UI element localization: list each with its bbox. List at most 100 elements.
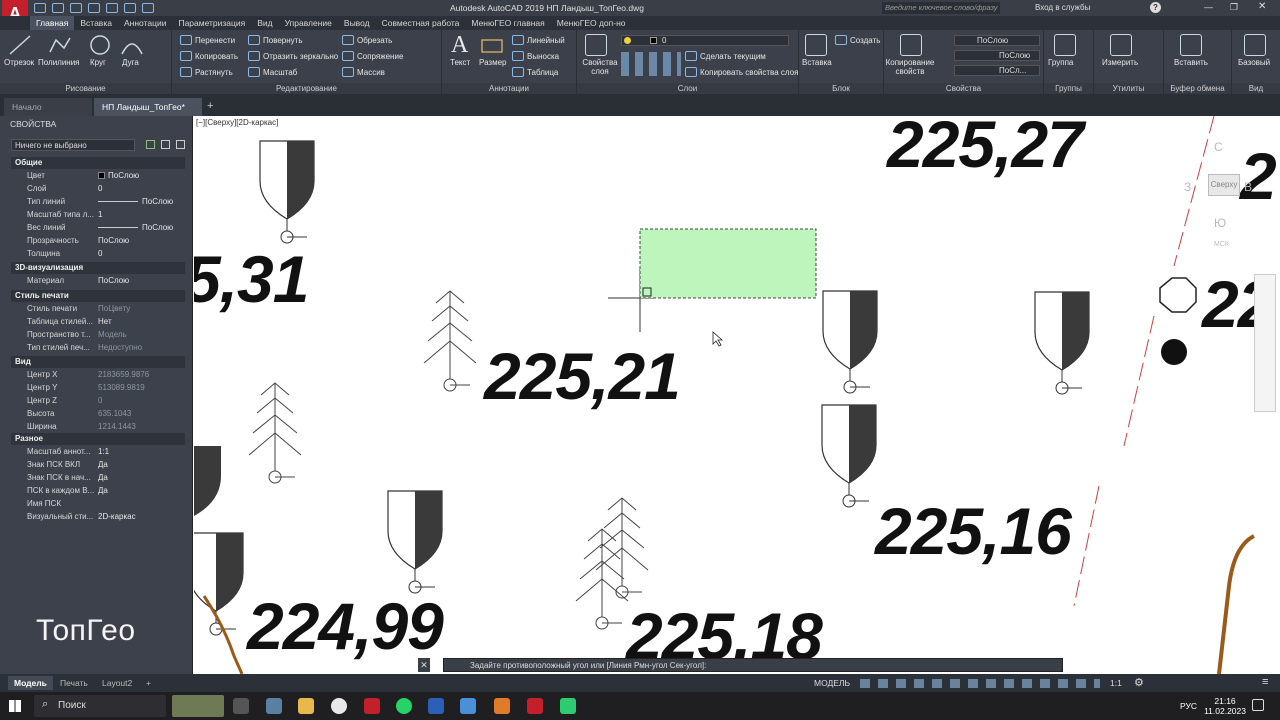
- category-view[interactable]: Вид: [11, 356, 185, 368]
- tab-collaborate[interactable]: Совместная работа: [376, 16, 466, 30]
- category-general[interactable]: Общие: [11, 157, 185, 169]
- line-icon[interactable]: [8, 34, 32, 56]
- prop-row[interactable]: ПСК в каждом В... Да: [11, 484, 185, 497]
- prop-row[interactable]: Тип линий ПоСлою: [11, 195, 185, 208]
- measure-button[interactable]: Измерить: [1102, 58, 1138, 67]
- viewcube-top[interactable]: Сверху: [1208, 174, 1240, 196]
- draw-panel-title[interactable]: Рисование: [0, 83, 171, 94]
- circle-button[interactable]: Круг: [90, 58, 106, 67]
- prop-row[interactable]: Центр Z 0: [11, 394, 185, 407]
- undo-icon[interactable]: [124, 3, 136, 13]
- polyline-button[interactable]: Полилиния: [38, 58, 80, 67]
- tab-menugeo-extra[interactable]: МенюГЕО доп-но: [551, 16, 632, 30]
- viewport-controls[interactable]: [−][Сверху][2D-каркас]: [196, 118, 278, 127]
- prop-row[interactable]: Слой 0: [11, 182, 185, 195]
- add-layout-icon[interactable]: +: [140, 676, 157, 690]
- gear-icon[interactable]: ⚙: [1134, 676, 1144, 689]
- layer-properties-button[interactable]: Свойства слоя: [580, 58, 620, 76]
- viewcube-east[interactable]: В: [1244, 180, 1252, 194]
- layer-dropdown[interactable]: 0: [621, 35, 789, 46]
- properties-ribbon-title[interactable]: Свойства: [884, 83, 1043, 94]
- telegram-icon[interactable]: [460, 698, 476, 714]
- saveas-icon[interactable]: [88, 3, 100, 13]
- groups-panel-title[interactable]: Группы: [1044, 83, 1093, 94]
- measure-icon[interactable]: [1110, 34, 1132, 56]
- circle-icon[interactable]: [88, 34, 112, 56]
- word-icon[interactable]: [428, 698, 444, 714]
- category-misc[interactable]: Разное: [11, 433, 185, 445]
- model-space-button[interactable]: МОДЕЛЬ: [814, 678, 850, 688]
- make-current-button[interactable]: Сделать текущим: [685, 51, 766, 61]
- viewcube-south[interactable]: Ю: [1214, 216, 1226, 230]
- arc-icon[interactable]: [120, 34, 144, 56]
- drawing-canvas[interactable]: 225,27 5,31 225,21 225,16 224,99 225,18 …: [194, 116, 1280, 674]
- prop-row[interactable]: Тип стилей печ... Недоступно: [11, 341, 185, 354]
- insert-block-button[interactable]: Вставка: [802, 58, 832, 67]
- prop-row[interactable]: Имя ПСК: [11, 497, 185, 510]
- linear-button[interactable]: Линейный: [512, 35, 565, 45]
- prop-row[interactable]: Знак ПСК в нач... Да: [11, 471, 185, 484]
- autocad-app-icon[interactable]: [364, 698, 380, 714]
- scale-button[interactable]: Масштаб: [248, 67, 297, 77]
- polyline-icon[interactable]: [48, 34, 72, 56]
- customize-icon[interactable]: ≡: [1262, 676, 1268, 688]
- prop-row[interactable]: Высота 635.1043: [11, 407, 185, 420]
- tab-insert[interactable]: Вставка: [74, 16, 118, 30]
- autocad-app-icon[interactable]: [527, 698, 543, 714]
- new-tab-icon[interactable]: +: [207, 100, 213, 112]
- quick-access-toolbar[interactable]: [34, 3, 204, 13]
- notification-icon[interactable]: [1252, 699, 1264, 711]
- prop-row[interactable]: Стиль печати ПоЦвету: [11, 302, 185, 315]
- prop-row[interactable]: Знак ПСК ВКЛ Да: [11, 458, 185, 471]
- prop-row[interactable]: Масштаб типа л... 1: [11, 208, 185, 221]
- rotate-button[interactable]: Повернуть: [248, 35, 303, 45]
- weather-widget-icon[interactable]: [172, 695, 224, 717]
- task-view-icon[interactable]: [233, 698, 249, 714]
- layers-panel-title[interactable]: Слои: [577, 83, 798, 94]
- annotation-panel-title[interactable]: Аннотации: [442, 83, 576, 94]
- tab-model[interactable]: Модель: [8, 676, 53, 690]
- yandex-icon[interactable]: [331, 698, 347, 714]
- calculator-icon[interactable]: [266, 698, 282, 714]
- table-button[interactable]: Таблица: [512, 67, 558, 77]
- select-objects-icon[interactable]: [161, 140, 170, 149]
- dimension-button[interactable]: Размер: [479, 58, 507, 67]
- tab-output[interactable]: Вывод: [338, 16, 376, 30]
- stretch-button[interactable]: Растянуть: [180, 67, 233, 77]
- color-dropdown[interactable]: ПоСлою: [954, 35, 1040, 46]
- maximize-icon[interactable]: ❐: [1230, 2, 1238, 13]
- prop-row[interactable]: Таблица стилей... Нет: [11, 315, 185, 328]
- viewcube-west[interactable]: З: [1184, 180, 1191, 194]
- open-icon[interactable]: [52, 3, 64, 13]
- category-3d[interactable]: 3D-визуализация: [11, 262, 185, 274]
- explorer-icon[interactable]: [298, 698, 314, 714]
- prop-row[interactable]: Пространство т... Модель: [11, 328, 185, 341]
- tab-menugeo-main[interactable]: МенюГЕО главная: [465, 16, 550, 30]
- annotation-scale[interactable]: 1:1: [1110, 678, 1122, 688]
- linetype-dropdown[interactable]: ПоСлою: [954, 50, 1040, 61]
- block-panel-title[interactable]: Блок: [799, 83, 883, 94]
- print-icon[interactable]: [106, 3, 118, 13]
- ucs-label[interactable]: МСК: [1214, 241, 1229, 248]
- language-indicator[interactable]: РУС: [1180, 701, 1197, 711]
- login-button[interactable]: Вход в службы: [1035, 3, 1090, 12]
- prop-row[interactable]: Прозрачность ПоСлою: [11, 234, 185, 247]
- prop-row[interactable]: Вес линий ПоСлою: [11, 221, 185, 234]
- app-icon[interactable]: [560, 698, 576, 714]
- tab-annotate[interactable]: Аннотации: [118, 16, 173, 30]
- arc-button[interactable]: Дуга: [122, 58, 139, 67]
- taskbar-search[interactable]: Поиск: [34, 695, 166, 717]
- recorder-icon[interactable]: [494, 698, 510, 714]
- close-icon[interactable]: ✕: [1258, 1, 1266, 12]
- group-button[interactable]: Группа: [1048, 58, 1073, 67]
- tab-start[interactable]: Начало: [4, 98, 92, 116]
- tab-drawing[interactable]: НП Ландыш_ТопГео*: [94, 98, 202, 116]
- tab-print[interactable]: Печать: [54, 676, 94, 690]
- help-icon[interactable]: ?: [1150, 2, 1161, 13]
- text-icon[interactable]: A: [451, 32, 468, 59]
- dimension-icon[interactable]: [480, 36, 504, 56]
- copy-layer-props-button[interactable]: Копировать свойства слоя: [685, 67, 798, 77]
- lineweight-dropdown[interactable]: ПоСл...: [954, 65, 1040, 76]
- insert-block-icon[interactable]: [805, 34, 827, 56]
- copy-button[interactable]: Копировать: [180, 51, 238, 61]
